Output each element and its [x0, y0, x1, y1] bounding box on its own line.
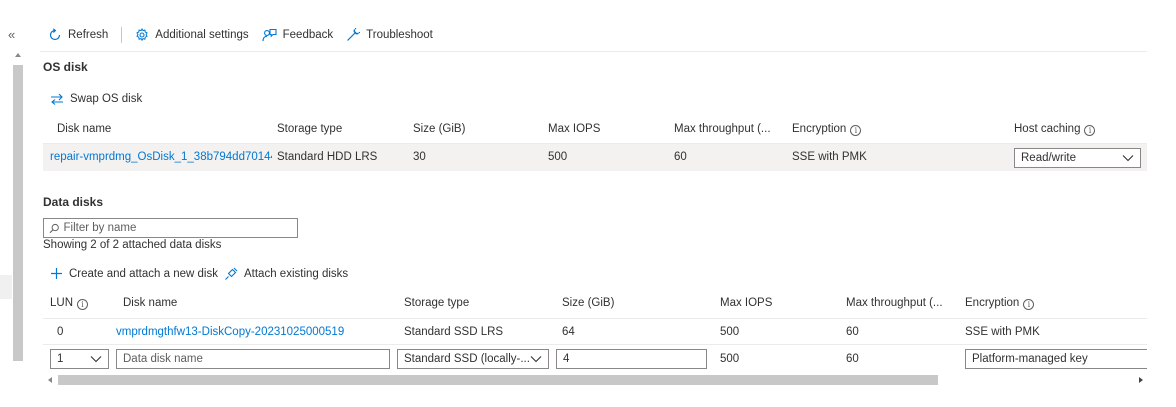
chevron-down-icon — [530, 356, 542, 363]
create-attach-disk-label: Create and attach a new disk — [69, 267, 218, 280]
horizontal-scrollbar[interactable] — [44, 374, 1147, 386]
attach-link-icon — [225, 267, 238, 280]
additional-settings-label: Additional settings — [155, 29, 249, 41]
toolbar-divider — [121, 27, 123, 43]
os-disk-heading: OS disk — [43, 60, 88, 74]
swap-icon — [51, 93, 63, 105]
os-col-encryption: Encryption i — [792, 123, 862, 136]
new-disk-max-iops: 500 — [720, 353, 740, 365]
wrench-icon — [347, 28, 361, 41]
new-disk-storage-type-select[interactable]: Standard SSD (locally-... — [397, 349, 549, 369]
row-divider — [43, 344, 1147, 345]
swap-os-disk-label: Swap OS disk — [70, 93, 143, 105]
host-caching-value: Read/write — [1021, 152, 1076, 164]
data-disk-storage-type: Standard SSD LRS — [404, 326, 504, 338]
page-right-edge — [1147, 0, 1176, 407]
info-icon[interactable]: i — [850, 125, 862, 136]
data-col-size: Size (GiB) — [562, 297, 615, 309]
toolbar-divider-line — [40, 51, 1147, 52]
os-disk-name-link[interactable]: repair-vmprdmg_OsDisk_1_38b794dd70144 — [50, 151, 272, 163]
data-col-storage-type: Storage type — [404, 297, 470, 309]
filter-by-name-input[interactable] — [43, 218, 298, 238]
feedback-label: Feedback — [282, 29, 334, 41]
refresh-button[interactable]: Refresh — [48, 28, 108, 42]
chevron-down-icon — [1122, 155, 1134, 162]
os-col-size: Size (GiB) — [413, 123, 466, 135]
info-icon[interactable]: i — [77, 299, 89, 310]
os-disk-storage-type: Standard HDD LRS — [277, 151, 378, 163]
swap-os-disk-button[interactable]: Swap OS disk — [50, 93, 142, 105]
new-disk-lun-value: 1 — [57, 353, 64, 365]
os-col-host-caching: Host caching i — [1014, 123, 1096, 136]
data-col-encryption: Encryption i — [965, 297, 1035, 310]
data-disk-size: 64 — [562, 326, 575, 338]
troubleshoot-label: Troubleshoot — [366, 29, 433, 41]
attach-existing-disks-label: Attach existing disks — [244, 268, 349, 280]
data-disk-name-link[interactable]: vmprdmgthfw13-DiskCopy-20231025000519 — [116, 326, 344, 338]
os-col-host-caching-label: Host caching — [1014, 123, 1081, 135]
additional-settings-button[interactable]: Additional settings — [135, 28, 249, 42]
data-disk-max-iops: 500 — [720, 326, 740, 338]
scrollbar-thumb[interactable] — [13, 65, 23, 361]
collapse-panel-icon[interactable]: « — [8, 27, 15, 42]
data-disk-max-throughput: 60 — [846, 326, 859, 338]
create-attach-disk-button[interactable]: Create and attach a new disk — [50, 267, 218, 280]
data-col-encryption-label: Encryption — [965, 297, 1020, 309]
new-disk-size-field[interactable]: 4 — [556, 349, 707, 369]
vertical-scrollbar[interactable] — [12, 51, 24, 361]
gear-icon — [136, 28, 148, 42]
info-icon[interactable]: i — [1023, 299, 1035, 310]
refresh-icon — [49, 28, 61, 41]
refresh-label: Refresh — [68, 29, 109, 41]
filter-input-field[interactable] — [59, 222, 292, 234]
new-disk-size-value[interactable]: 4 — [563, 353, 569, 365]
os-col-encryption-label: Encryption — [792, 123, 847, 135]
os-disk-encryption: SSE with PMK — [792, 151, 867, 163]
showing-count-text: Showing 2 of 2 attached data disks — [43, 239, 222, 251]
host-caching-select[interactable]: Read/write — [1014, 148, 1141, 168]
attach-existing-disks-button[interactable]: Attach existing disks — [224, 267, 348, 281]
data-disk-lun: 0 — [57, 326, 64, 338]
data-disk-encryption: SSE with PMK — [965, 326, 1040, 338]
new-disk-lun-select[interactable]: 1 — [50, 349, 109, 369]
data-disks-heading: Data disks — [43, 195, 104, 209]
os-disk-max-throughput: 60 — [674, 151, 687, 163]
info-icon[interactable]: i — [1084, 125, 1096, 136]
scroll-left-icon[interactable] — [48, 377, 52, 383]
feedback-icon — [262, 28, 277, 42]
os-col-storage-type: Storage type — [277, 123, 343, 135]
os-col-max-throughput: Max throughput (... — [674, 123, 771, 135]
os-disk-size: 30 — [413, 151, 426, 163]
left-panel-edge — [0, 275, 12, 299]
new-disk-encryption-value: Platform-managed key — [972, 353, 1088, 365]
new-disk-encryption-select[interactable]: Platform-managed key — [965, 349, 1155, 369]
new-disk-max-throughput: 60 — [846, 353, 859, 365]
new-disk-name-input[interactable] — [123, 353, 383, 365]
os-col-disk-name: Disk name — [57, 123, 112, 135]
troubleshoot-button[interactable]: Troubleshoot — [346, 28, 433, 42]
new-disk-name-field[interactable] — [116, 349, 390, 369]
plus-icon — [51, 268, 62, 279]
data-col-disk-name: Disk name — [123, 297, 178, 309]
search-icon — [49, 223, 59, 233]
data-col-lun: LUN i — [50, 297, 89, 310]
horizontal-scrollbar-thumb[interactable] — [58, 375, 938, 385]
command-bar: Refresh Additional settings Feedback Tro… — [48, 24, 446, 46]
data-col-lun-label: LUN — [50, 297, 74, 309]
scroll-right-icon[interactable] — [1139, 377, 1143, 383]
data-col-max-iops: Max IOPS — [720, 297, 773, 309]
feedback-button[interactable]: Feedback — [262, 28, 334, 42]
chevron-down-icon — [90, 356, 102, 363]
os-col-max-iops: Max IOPS — [548, 123, 601, 135]
os-disk-max-iops: 500 — [548, 151, 568, 163]
new-disk-storage-type-value: Standard SSD (locally-... — [404, 353, 530, 365]
data-header-divider — [43, 318, 1147, 319]
scroll-up-icon[interactable] — [15, 53, 21, 57]
data-col-max-throughput: Max throughput (... — [846, 297, 943, 309]
